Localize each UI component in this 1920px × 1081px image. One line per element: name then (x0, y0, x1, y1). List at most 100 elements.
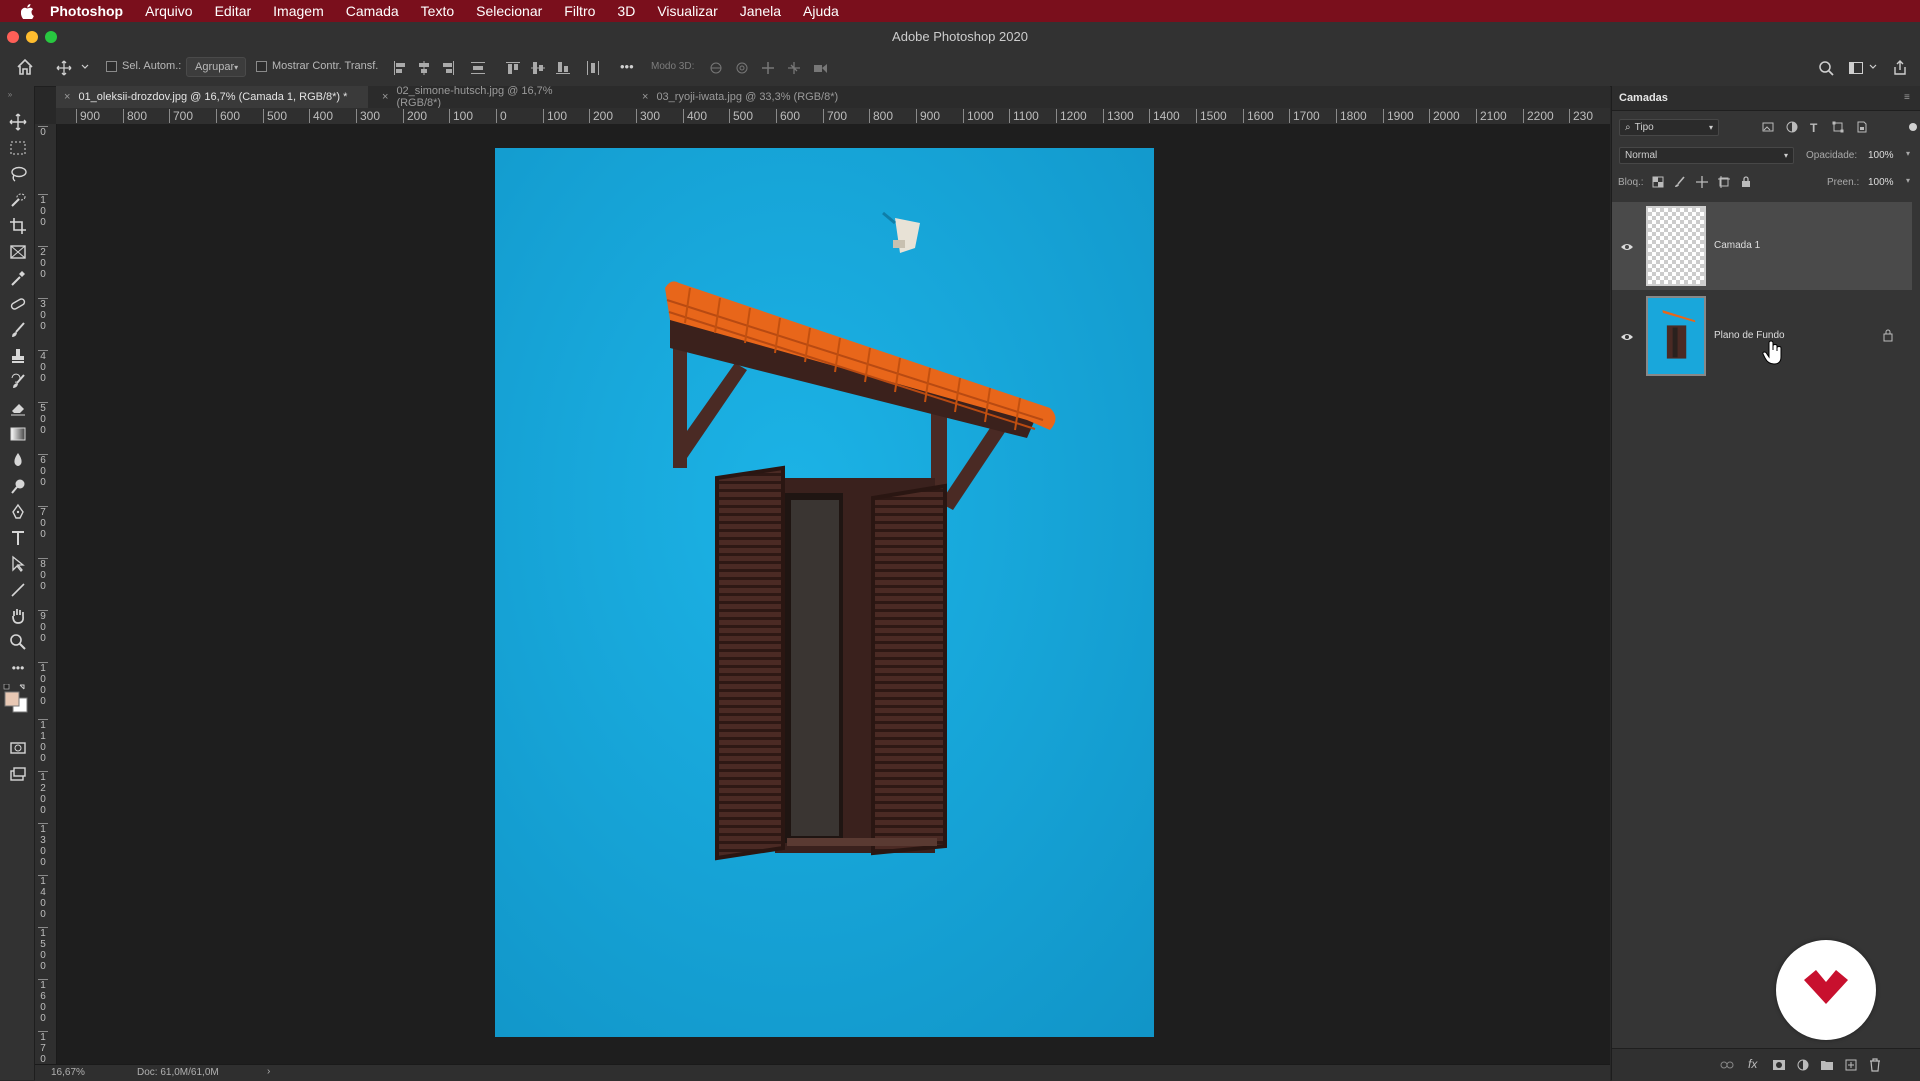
menu-imagem[interactable]: Imagem (273, 3, 324, 19)
lock-icon[interactable] (1882, 328, 1894, 342)
trash-icon[interactable] (1868, 1058, 1882, 1072)
move-tool-icon[interactable] (8, 112, 28, 132)
crop-tool-icon[interactable] (8, 216, 28, 236)
status-menu-arrow[interactable]: › (267, 1066, 270, 1077)
distribute-horizontal-icon[interactable] (585, 60, 601, 76)
lock-artboard-icon[interactable] (1718, 176, 1730, 188)
lock-transparent-pixels-icon[interactable] (1652, 176, 1664, 188)
lock-image-pixels-icon[interactable] (1674, 176, 1686, 188)
new-adjustment-layer-icon[interactable] (1796, 1059, 1810, 1071)
healing-brush-tool-icon[interactable] (8, 294, 28, 314)
new-layer-icon[interactable] (1844, 1059, 1858, 1071)
opacity-value[interactable]: 100% (1868, 150, 1894, 161)
quick-selection-tool-icon[interactable] (8, 190, 28, 210)
filter-smart-objects-icon[interactable] (1856, 121, 1868, 133)
quick-mask-icon[interactable] (8, 738, 28, 758)
search-icon[interactable] (1818, 60, 1834, 76)
filter-pixel-layers-icon[interactable] (1762, 121, 1774, 133)
share-icon[interactable] (1892, 60, 1908, 76)
vertical-ruler[interactable]: 0 1 0 0 2 0 0 3 0 0 4 0 0 5 0 0 6 0 0 7 … (35, 124, 57, 1070)
link-layers-icon[interactable] (1720, 1059, 1734, 1071)
menu-janela[interactable]: Janela (740, 3, 781, 19)
menu-app-photoshop[interactable]: Photoshop (50, 3, 123, 19)
frame-tool-icon[interactable] (8, 242, 28, 262)
filter-type-layers-icon[interactable]: T (1810, 121, 1817, 135)
layer-filter-dropdown[interactable]: ⌕ Tipo ▾ (1619, 119, 1719, 136)
layer-style-fx-icon[interactable]: fx (1748, 1057, 1757, 1071)
3d-slide-icon[interactable] (786, 60, 802, 76)
history-brush-tool-icon[interactable] (8, 372, 28, 392)
3d-roll-icon[interactable] (734, 60, 750, 76)
filter-toggle-switch[interactable] (1909, 123, 1917, 131)
apple-icon[interactable] (18, 3, 36, 19)
eraser-tool-icon[interactable] (8, 398, 28, 418)
eyedropper-tool-icon[interactable] (8, 268, 28, 288)
menu-camada[interactable]: Camada (346, 3, 399, 19)
lock-all-icon[interactable] (1740, 176, 1752, 188)
align-right-edges-icon[interactable] (440, 60, 456, 76)
zoom-tool-icon[interactable] (8, 632, 28, 652)
close-tab-icon[interactable]: × (642, 91, 648, 103)
checkbox-box[interactable] (256, 60, 267, 72)
close-tab-icon[interactable]: × (64, 91, 70, 103)
auto-select-checkbox[interactable]: Sel. Autom.: (106, 60, 181, 72)
more-options-button[interactable]: ••• (620, 59, 634, 74)
clone-stamp-tool-icon[interactable] (8, 346, 28, 366)
menu-3d[interactable]: 3D (617, 3, 635, 19)
marquee-tool-icon[interactable] (8, 138, 28, 158)
move-tool-icon[interactable] (56, 60, 72, 76)
horizontal-ruler[interactable]: 900 800 700 600 500 400 300 200 100 0 10… (56, 108, 1610, 125)
layer-row-camada-1[interactable]: Camada 1 (1612, 202, 1912, 290)
show-transform-controls-checkbox[interactable]: Mostrar Contr. Transf. (256, 60, 378, 72)
align-bottom-edges-icon[interactable] (555, 60, 571, 76)
pen-tool-icon[interactable] (8, 502, 28, 522)
3d-pan-icon[interactable] (760, 60, 776, 76)
screen-mode-icon[interactable] (8, 764, 28, 784)
document-image[interactable] (495, 148, 1154, 1037)
menu-filtro[interactable]: Filtro (564, 3, 595, 19)
path-selection-tool-icon[interactable] (8, 554, 28, 574)
layer-thumbnail-photo[interactable] (1646, 296, 1706, 376)
align-horizontal-centers-icon[interactable] (416, 60, 432, 76)
menu-ajuda[interactable]: Ajuda (803, 3, 839, 19)
eye-icon[interactable] (1620, 240, 1634, 254)
align-vertical-centers-icon[interactable] (530, 60, 546, 76)
blur-tool-icon[interactable] (8, 450, 28, 470)
brush-tool-icon[interactable] (8, 320, 28, 340)
panel-title[interactable]: Camadas (1619, 92, 1668, 104)
checkbox-box[interactable] (106, 60, 117, 72)
eye-icon[interactable] (1620, 330, 1634, 344)
tab-document-3[interactable]: × 03_ryoji-iwata.jpg @ 33,3% (RGB/8*) (634, 86, 864, 108)
3d-orbit-icon[interactable] (708, 60, 724, 76)
home-icon[interactable] (16, 58, 33, 75)
fill-value[interactable]: 100% (1868, 177, 1894, 188)
panel-menu-icon[interactable]: ≡ (1904, 92, 1910, 103)
align-left-edges-icon[interactable] (392, 60, 408, 76)
zoom-level[interactable]: 16,67% (51, 1067, 85, 1078)
menu-arquivo[interactable]: Arquivo (145, 3, 192, 19)
workspace-icon[interactable] (1848, 60, 1864, 76)
chevron-down-icon[interactable]: ▾ (1906, 149, 1910, 158)
gradient-tool-icon[interactable] (8, 424, 28, 444)
chevron-down-icon[interactable] (80, 62, 96, 78)
menu-editar[interactable]: Editar (215, 3, 252, 19)
dodge-tool-icon[interactable] (8, 476, 28, 496)
color-swatches[interactable] (2, 684, 30, 714)
lasso-tool-icon[interactable] (8, 164, 28, 184)
blend-mode-dropdown[interactable]: Normal ▾ (1619, 147, 1794, 164)
menu-texto[interactable]: Texto (421, 3, 454, 19)
line-tool-icon[interactable] (8, 580, 28, 600)
layer-name[interactable]: Camada 1 (1714, 240, 1760, 251)
hand-tool-icon[interactable] (8, 606, 28, 626)
filter-adjustment-layers-icon[interactable] (1786, 121, 1798, 133)
layer-row-plano-de-fundo[interactable]: Plano de Fundo (1612, 292, 1912, 380)
chevron-down-icon[interactable]: ▾ (1906, 176, 1910, 185)
menu-selecionar[interactable]: Selecionar (476, 3, 542, 19)
3d-scale-icon[interactable] (812, 60, 828, 76)
layer-thumbnail-transparent[interactable] (1646, 206, 1706, 286)
auto-select-group-dropdown[interactable]: Agrupar ▾ (186, 57, 246, 77)
add-mask-icon[interactable] (1772, 1059, 1786, 1071)
collapse-toolbar-icon[interactable]: » (4, 90, 16, 99)
new-group-folder-icon[interactable] (1820, 1059, 1834, 1071)
type-tool-icon[interactable] (8, 528, 28, 548)
